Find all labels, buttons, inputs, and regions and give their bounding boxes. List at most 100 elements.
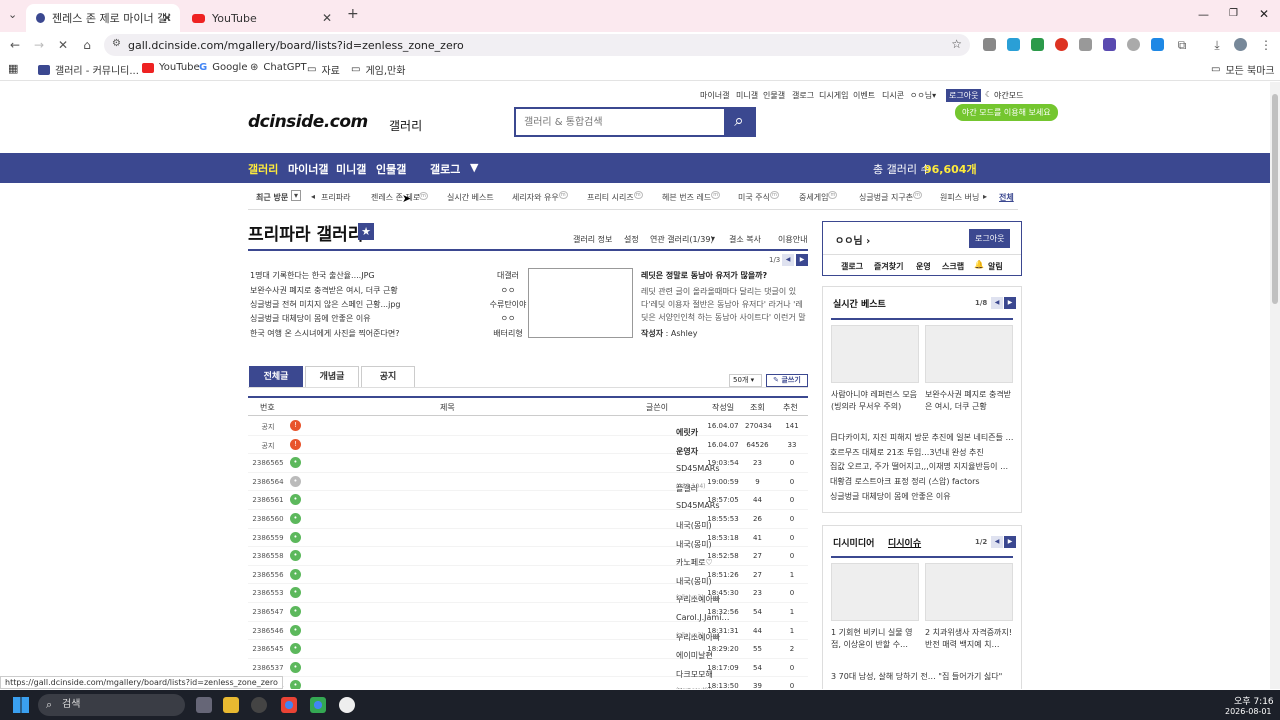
- table-row[interactable]: 공지!프리파라 갤러리 이용안내 [132/1]운영자16.04.0764526…: [248, 436, 808, 456]
- all-bookmarks[interactable]: ▭ 모든 북마크: [1211, 62, 1275, 77]
- tab-all[interactable]: 전체글: [249, 366, 303, 388]
- star-icon[interactable]: ★: [358, 223, 374, 240]
- feature-title[interactable]: 레딧은 정말로 동남아 유저가 많을까?: [641, 270, 767, 281]
- clock-time[interactable]: 오후 7:16: [1234, 694, 1274, 707]
- tab-search-icon[interactable]: ⌄: [8, 8, 17, 21]
- user-menu-scrap[interactable]: 스크랩: [942, 261, 964, 272]
- user-menu-gallog[interactable]: 갤로그: [841, 261, 863, 272]
- util-link[interactable]: 이벤트: [853, 90, 875, 101]
- extension-icon[interactable]: [983, 38, 996, 51]
- puzzle-icon[interactable]: ⧉: [1174, 38, 1190, 52]
- tab-zenless[interactable]: 젠레스 존 제로 마이너 갤러리 ✕: [26, 4, 180, 32]
- tab-notice[interactable]: 공지: [361, 366, 415, 388]
- best-thumb-title[interactable]: 사람아니야 레퍼런스 모음 (빙의라 무서우 주의): [831, 389, 921, 413]
- extension-icon[interactable]: [1007, 38, 1020, 51]
- bookmark-folder[interactable]: ▭ 게임,만화: [351, 62, 405, 77]
- apps-icon[interactable]: ▦: [8, 62, 18, 75]
- dropdown-icon[interactable]: ▾: [711, 234, 715, 243]
- table-row[interactable]: 2386564•'ㅎㅂ'윤공주 실시간 라방 킹rrrrrrrrrrrrrrrr…: [248, 473, 808, 493]
- night-mode-toggle[interactable]: 야간모드: [994, 90, 1023, 101]
- table-row[interactable]: 2386559•이런걸 왜 개추 누르는거임 [2]내국(몽미)18:53:18…: [248, 529, 808, 549]
- recent-all[interactable]: 전체: [999, 192, 1014, 203]
- nav-minor[interactable]: 마이너갤: [288, 161, 328, 177]
- table-row[interactable]: 2386556•예로한 지희달 그려주세요 [2]내국(몽미)18:51:262…: [248, 566, 808, 586]
- recent-item[interactable]: 세리자와 유우 m: [512, 191, 568, 203]
- table-row[interactable]: 2386565•이케부쿠로에 아이프리를 만든다고? SD45MARs19:03…: [248, 454, 808, 473]
- write-button[interactable]: ✎ 글쓰기: [766, 374, 808, 387]
- bookmark-item[interactable]: ⊛ ChatGPT: [250, 62, 307, 73]
- table-row[interactable]: 2386534•야주마들인대스 하야시바려(namayui9)18:13:503…: [248, 677, 808, 689]
- util-link[interactable]: 디시콘: [882, 90, 904, 101]
- dc-thumbnail[interactable]: [831, 563, 919, 621]
- util-link[interactable]: 미니갤: [736, 90, 758, 101]
- next-icon[interactable]: ▶: [1004, 297, 1016, 309]
- best-list-item[interactable]: 호르무즈 대체로 21조 투입…3년내 완성 추진: [830, 447, 984, 458]
- issue-thumbnail[interactable]: [528, 268, 633, 338]
- bookmark-item[interactable]: G Google: [199, 62, 247, 73]
- table-row[interactable]: 2386547•여름바다라고 하면 역시 [6]Carol.J.Jami…18:…: [248, 603, 808, 622]
- user-menu-fav[interactable]: 즐겨찾기: [874, 261, 903, 272]
- prev-icon[interactable]: ◀: [782, 254, 794, 266]
- recent-item[interactable]: 중세게임 m: [799, 191, 838, 203]
- nav-dropdown-icon[interactable]: ▼: [470, 161, 478, 174]
- nav-mini[interactable]: 미니갤: [336, 161, 366, 177]
- file-explorer-icon[interactable]: [223, 697, 239, 713]
- nav-gallery[interactable]: 갤러리: [248, 161, 278, 177]
- best-list-item[interactable]: 집값 오르고, 주가 떨어지고,,,이재명 지지율반등이 …: [830, 461, 1008, 472]
- next-icon[interactable]: ▶: [1004, 536, 1016, 548]
- username[interactable]: ㅇㅇ님 ›: [835, 232, 870, 247]
- site-info-icon[interactable]: ⚙: [112, 38, 121, 49]
- gallery-menu[interactable]: 결소 복사: [729, 234, 761, 245]
- app-icon[interactable]: [251, 697, 267, 713]
- home-icon[interactable]: ⌂: [79, 38, 95, 52]
- app-icon[interactable]: [339, 697, 355, 713]
- prev-icon[interactable]: ◀: [991, 297, 1003, 309]
- back-icon[interactable]: ←: [7, 38, 23, 52]
- profile-avatar[interactable]: [1234, 38, 1247, 51]
- bookmark-folder[interactable]: ▭ 자료: [307, 62, 340, 77]
- page-scrollbar[interactable]: [1270, 82, 1280, 689]
- best-list-item[interactable]: 대황겸 로스트아크 표정 정리 (스압) factors: [830, 476, 980, 487]
- issue-link[interactable]: 보완수사권 폐지로 충격받은 여시, 더쿠 근황: [250, 285, 398, 296]
- recent-item[interactable]: 원피스 버닝: [940, 192, 979, 203]
- gallery-menu[interactable]: 갤러리 정보: [573, 234, 612, 245]
- recent-item[interactable]: 프리티 시리즈 m: [587, 191, 643, 203]
- prev-icon[interactable]: ◂: [311, 192, 315, 201]
- extension-icon[interactable]: [1079, 38, 1092, 51]
- logo-subtitle[interactable]: 갤러리: [389, 117, 422, 134]
- best-thumbnail[interactable]: [925, 325, 1013, 383]
- list-count-select[interactable]: 50개 ▾: [729, 374, 762, 387]
- chrome-profile-icon[interactable]: [310, 697, 326, 713]
- logout-button[interactable]: 로그아웃: [946, 89, 982, 102]
- issue-link[interactable]: 한국 여행 온 스시녀에게 사진을 찍어준다면?: [250, 328, 399, 339]
- dc-item[interactable]: 3 70대 남성, 살해 당하기 전… "집 들어가기 싫다": [831, 671, 1016, 683]
- recent-item[interactable]: 프리파라: [321, 192, 350, 203]
- recent-item[interactable]: 헤븐 번즈 레드 m: [662, 191, 721, 203]
- dcissue-tab[interactable]: 디시이슈: [888, 536, 921, 549]
- search-button[interactable]: ⌕: [724, 109, 754, 135]
- close-window-icon[interactable]: ✕: [1259, 7, 1269, 21]
- util-link[interactable]: 인물갤: [763, 90, 785, 101]
- table-row[interactable]: 2386560•언니가 되고싶어 [1]내국(몽미)18:55:53260: [248, 510, 808, 530]
- restore-icon[interactable]: ❐: [1229, 8, 1238, 19]
- best-list-item[interactable]: 싱글벙글 대체당이 몸에 안좋은 이유: [830, 491, 951, 502]
- gallery-menu[interactable]: 연관 갤러리(1/39): [650, 234, 714, 245]
- best-list-item[interactable]: 日다카이치, 지진 피해지 방문 추진에 일본 네티즌들 …: [830, 432, 1014, 443]
- scrollbar-thumb[interactable]: [1272, 94, 1278, 304]
- forward-icon[interactable]: →: [31, 38, 47, 52]
- best-thumbnail[interactable]: [831, 325, 919, 383]
- recent-dropdown-icon[interactable]: ▾: [291, 190, 302, 201]
- user-menu-alarm[interactable]: 알림: [988, 261, 1003, 272]
- gallery-menu[interactable]: 이용안내: [778, 234, 807, 245]
- best-thumb-title[interactable]: 보완수사권 폐지로 충격받은 여시, 더쿠 근황: [925, 389, 1015, 413]
- downloads-icon[interactable]: ⤓: [1209, 38, 1225, 52]
- sidebar-logout-button[interactable]: 로그아웃: [969, 229, 1011, 248]
- dc-thumbnail[interactable]: [925, 563, 1013, 621]
- table-row[interactable]: 2386537•킹월드) 제 동료들임... [4]다크모모해18:17:095…: [248, 659, 808, 679]
- recent-item[interactable]: 젠레스 존 제로m: [371, 192, 428, 203]
- close-tab-icon[interactable]: ✕: [322, 11, 332, 25]
- taskbar-search[interactable]: ⌕ 검색: [38, 694, 185, 716]
- nav-person[interactable]: 인물갤: [376, 161, 406, 177]
- download-extension-icon[interactable]: [1151, 38, 1164, 51]
- table-row[interactable]: 2386553•나 그냥돈이없네 우리소예아빠(zilaiya3)18:45:3…: [248, 584, 808, 604]
